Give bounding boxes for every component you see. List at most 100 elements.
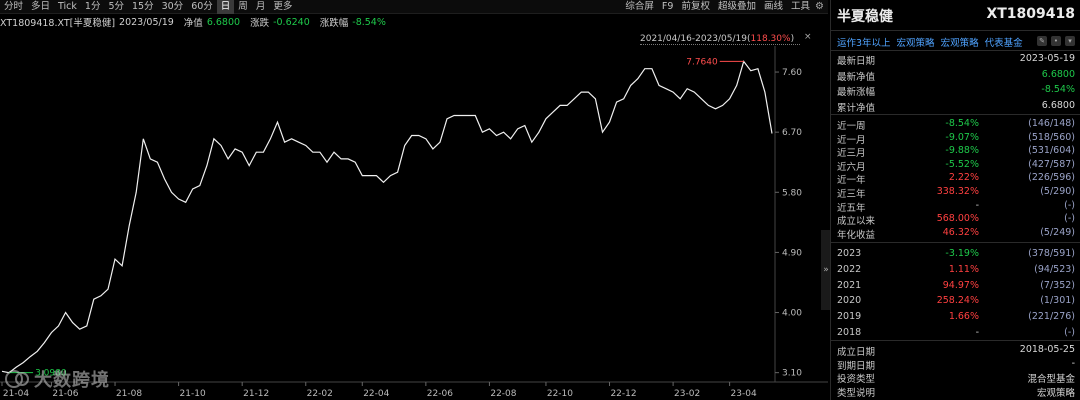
- period-tabs: 分时 多日 Tick 1分 5分 15分 30分 60分日周月更多: [0, 0, 296, 14]
- period-tab[interactable]: 1分: [81, 0, 105, 14]
- profile-label: 投资类型: [837, 374, 876, 385]
- year-change: -: [975, 327, 979, 338]
- change-label: 涨跌: [250, 18, 270, 29]
- year-row: 2022 1.11% (94/523): [831, 263, 1080, 278]
- change-pct-value: -8.54%: [352, 16, 386, 28]
- info-value: -8.54%: [1041, 84, 1075, 95]
- period-tab[interactable]: 多日: [27, 0, 54, 14]
- period-row: 近三月 -9.88% (531/604): [831, 145, 1080, 159]
- period-tab[interactable]: 60分: [187, 0, 217, 14]
- year-row: 2021 94.97% (7/352): [831, 279, 1080, 294]
- period-change: 568.00%: [936, 213, 979, 225]
- period-label: 近三年: [837, 189, 866, 200]
- pin-icon[interactable]: •: [1051, 36, 1061, 46]
- period-label: 近一年: [837, 175, 866, 187]
- close-icon[interactable]: ×: [804, 32, 812, 42]
- period-label: 近一周: [837, 121, 866, 132]
- period-row: 年化收益 46.32% (5/249): [831, 227, 1080, 241]
- toolbar-menu-item[interactable]: 工具: [787, 0, 814, 14]
- y-tick-label: 5.80: [782, 188, 802, 198]
- info-row: 累计净值 6.6800: [831, 99, 1080, 114]
- toolbar-menu-item[interactable]: 综合屏: [621, 0, 658, 14]
- year-change: 1.66%: [948, 311, 979, 323]
- profile-row: 类型说明 宏观策略: [831, 385, 1080, 399]
- toolbar-menu-item[interactable]: 前复权: [677, 0, 714, 14]
- period-toolbar: 分时 多日 Tick 1分 5分 15分 30分 60分日周月更多 综合屏 F9 前复权 超级叠加画…: [0, 0, 828, 14]
- y-tick-label: 4.00: [782, 309, 802, 319]
- period-tab[interactable]: Tick: [54, 0, 81, 14]
- fund-code: XT1809418: [986, 6, 1075, 22]
- period-row: 成立以来 568.00% (-): [831, 213, 1080, 227]
- x-tick-label: 21-10: [180, 389, 206, 399]
- year-rank: (1/301): [1040, 295, 1075, 307]
- profile-value: 2018-05-25: [1019, 344, 1075, 355]
- info-row: 最新涨幅 -8.54%: [831, 83, 1080, 98]
- fund-detail-panel: 半夏稳健 XT1809418 运作3年以上 宏观策略 宏观策略 代表基金 ✎ • ▾ …: [830, 0, 1080, 400]
- edit-icon[interactable]: ✎: [1037, 36, 1047, 46]
- profile-row: 投资类型 混合型基金: [831, 371, 1080, 385]
- x-tick-label: 23-04: [731, 389, 757, 399]
- range-label[interactable]: 2021/04/16-2023/05/19(118.30%): [640, 33, 800, 45]
- nav-value: 6.6800: [206, 16, 241, 28]
- divider: [831, 114, 1080, 115]
- y-tick-label: 4.90: [782, 248, 802, 258]
- fund-tag[interactable]: 宏观策略: [941, 35, 979, 49]
- period-tab[interactable]: 5分: [104, 0, 128, 14]
- profile-value: 宏观策略: [1036, 387, 1075, 399]
- max-value-label: 7.7640: [686, 57, 718, 67]
- year-row: 2020 258.24% (1/301): [831, 294, 1080, 309]
- year-change: 1.11%: [948, 263, 979, 275]
- period-tab[interactable]: 分时: [0, 0, 27, 14]
- expand-icon[interactable]: ▾: [1065, 36, 1075, 46]
- period-row: 近一周 -8.54% (146/148): [831, 118, 1080, 132]
- range-text: 2021/04/16-2023/05/19(: [640, 34, 751, 44]
- period-rank: (146/148): [1028, 118, 1075, 129]
- period-change: -9.88%: [945, 145, 979, 157]
- period-change: -: [975, 199, 979, 211]
- toolbar-menu-item[interactable]: 画线: [760, 0, 787, 14]
- period-rank: (5/290): [1040, 186, 1075, 197]
- toolbar-menu-item[interactable]: 超级叠加: [714, 0, 760, 14]
- toolbar-menu-item[interactable]: F9: [658, 0, 678, 14]
- fund-tag[interactable]: 代表基金: [985, 35, 1023, 49]
- year-change: 258.24%: [936, 295, 979, 307]
- period-tab[interactable]: 30分: [158, 0, 188, 14]
- profile-label: 类型说明: [837, 387, 876, 399]
- info-label: 最新日期: [837, 56, 876, 67]
- x-tick-label: 21-08: [116, 389, 142, 399]
- nav-line-chart[interactable]: 7.606.705.804.904.003.1021-04 21-06 21-08 2…: [0, 46, 828, 400]
- x-tick-label: 22-12: [610, 389, 636, 399]
- change-pct-label: 涨跌幅: [319, 18, 349, 29]
- period-tab[interactable]: 周: [234, 0, 252, 14]
- year-row: 2023 -3.19% (378/591): [831, 247, 1080, 262]
- period-label: 近六月: [837, 161, 866, 173]
- nav-series-line: [1, 60, 773, 374]
- period-tab[interactable]: 15分: [128, 0, 158, 14]
- y-tick-label: 7.60: [782, 68, 802, 78]
- watermark-text: 大数跨境: [34, 370, 110, 391]
- period-tab[interactable]: 日: [216, 0, 235, 14]
- period-label: 近五年: [837, 202, 866, 214]
- period-label: 年化收益: [837, 229, 876, 241]
- period-change: -8.54%: [945, 118, 979, 129]
- year-rank: (-): [1064, 327, 1075, 338]
- fund-tag[interactable]: 运作3年以上: [837, 35, 891, 49]
- info-label: 最新净值: [837, 71, 876, 83]
- panel-header: 半夏稳健 XT1809418: [831, 0, 1080, 32]
- fund-tag[interactable]: 宏观策略: [897, 35, 935, 49]
- x-tick-label: 22-04: [363, 389, 389, 399]
- year-rank: (94/523): [1034, 263, 1075, 275]
- watermark-logo-icon: [5, 370, 29, 388]
- profile-row: 到期日期 -: [831, 358, 1080, 372]
- year-change: 94.97%: [942, 279, 979, 291]
- divider: [831, 50, 1080, 51]
- period-row: 近六月 -5.52% (427/587): [831, 158, 1080, 173]
- gear-icon[interactable]: ⚙: [813, 0, 826, 14]
- period-change: -5.52%: [945, 158, 979, 170]
- period-tab[interactable]: 月: [252, 0, 270, 14]
- quote-info-bar: XT1809418.XT[半夏稳健] 2023/05/19 净值 6.6800 …: [0, 14, 828, 30]
- period-tab[interactable]: 更多: [269, 0, 296, 14]
- divider: [831, 340, 1080, 341]
- year-label: 2023: [837, 248, 862, 259]
- range-close-paren: ): [790, 34, 795, 44]
